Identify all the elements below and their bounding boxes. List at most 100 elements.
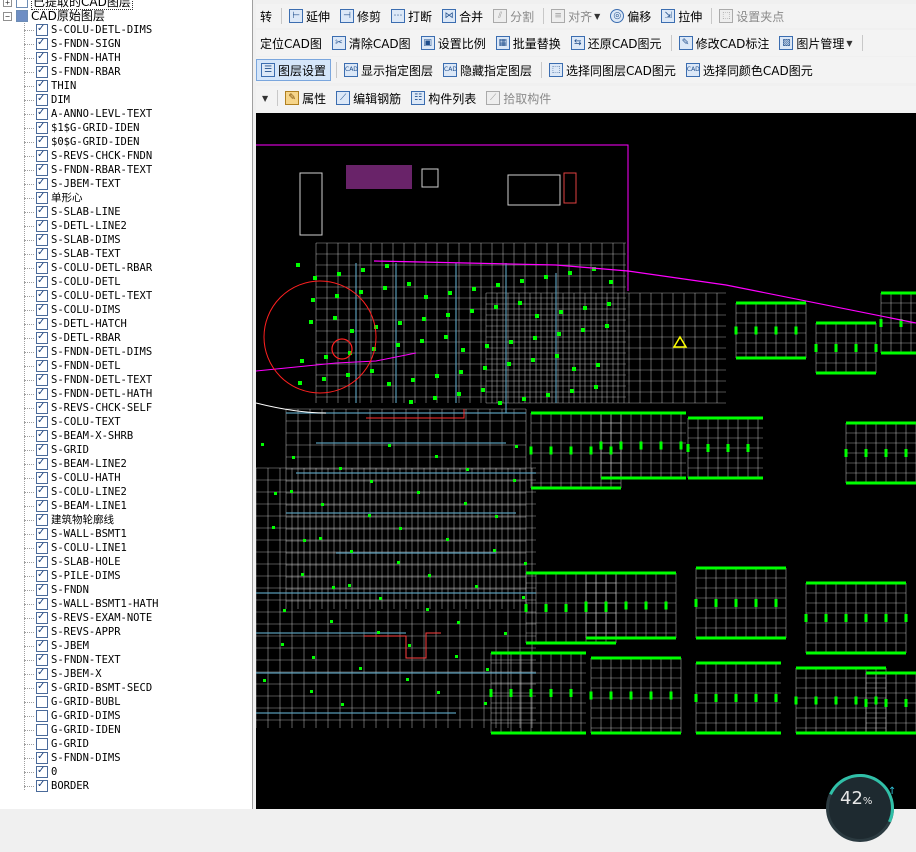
pick-component-button[interactable]: ⟋ 拾取构件 — [482, 88, 555, 108]
expand-icon[interactable]: + — [3, 0, 12, 7]
layer-checkbox[interactable] — [36, 191, 48, 204]
collapse-icon[interactable]: − — [3, 12, 12, 21]
layer-checkbox[interactable] — [36, 345, 48, 358]
tree-branch-line — [24, 478, 34, 479]
layer-checkbox[interactable] — [36, 569, 48, 582]
layer-checkbox[interactable] — [36, 625, 48, 638]
layer-checkbox[interactable] — [36, 779, 48, 792]
tree-branch-line — [24, 296, 34, 297]
layer-checkbox[interactable] — [36, 485, 48, 498]
modify-dim-button[interactable]: ✎ 修改CAD标注 — [675, 33, 774, 53]
column — [348, 584, 351, 587]
layer-checkbox[interactable] — [36, 738, 48, 750]
column — [426, 608, 429, 611]
layer-checkbox[interactable] — [36, 471, 48, 484]
tree-node-checkbox[interactable] — [16, 10, 28, 22]
hide-layer-label: 隐藏指定图层 — [460, 63, 533, 78]
column — [446, 538, 449, 541]
layer-checkbox[interactable] — [36, 163, 48, 176]
layer-checkbox[interactable] — [36, 205, 48, 218]
partial-button[interactable]: 转 — [256, 6, 276, 26]
merge-button[interactable]: ⋈ 合并 — [438, 6, 487, 26]
layer-checkbox[interactable] — [36, 583, 48, 596]
layer-checkbox[interactable] — [36, 429, 48, 442]
column — [383, 286, 387, 290]
layer-checkbox[interactable] — [36, 443, 48, 456]
layer-checkbox[interactable] — [36, 107, 48, 120]
layer-checkbox[interactable] — [36, 513, 48, 526]
clear-cad-button[interactable]: ✂ 清除CAD图 — [328, 33, 415, 53]
stretch-button[interactable]: ⇲ 拉伸 — [657, 6, 706, 26]
select-same-color-button[interactable]: CAD 选择同颜色CAD图元 — [682, 60, 817, 80]
layer-checkbox[interactable] — [36, 696, 48, 708]
layer-checkbox[interactable] — [36, 79, 48, 92]
layer-checkbox[interactable] — [36, 499, 48, 512]
layer-checkbox[interactable] — [36, 303, 48, 316]
layer-checkbox[interactable] — [36, 135, 48, 148]
set-grip-button[interactable]: ⬚ 设置夹点 — [715, 6, 788, 26]
layer-checkbox[interactable] — [36, 639, 48, 652]
layer-checkbox[interactable] — [36, 37, 48, 50]
layer-checkbox[interactable] — [36, 527, 48, 540]
batch-replace-button[interactable]: ▦ 批量替换 — [492, 33, 565, 53]
layer-checkbox[interactable] — [36, 611, 48, 624]
split-button[interactable]: ⫽ 分割 — [489, 6, 538, 26]
layer-checkbox[interactable] — [36, 261, 48, 274]
select-same-layer-button[interactable]: ⬚ 选择同图层CAD图元 — [545, 60, 680, 80]
layer-checkbox[interactable] — [36, 387, 48, 400]
layer-checkbox[interactable] — [36, 667, 48, 680]
layer-checkbox[interactable] — [36, 51, 48, 64]
restore-cad-button[interactable]: ⇆ 还原CAD图元 — [567, 33, 666, 53]
layer-checkbox[interactable] — [36, 359, 48, 372]
trim-button[interactable]: ⊣ 修剪 — [336, 6, 385, 26]
layer-checkbox[interactable] — [36, 23, 48, 36]
locate-cad-label: 定位CAD图 — [260, 36, 322, 51]
layer-checkbox[interactable] — [36, 373, 48, 386]
layer-checkbox[interactable] — [36, 541, 48, 554]
layer-checkbox[interactable] — [36, 331, 48, 344]
layer-checkbox[interactable] — [36, 93, 48, 106]
layer-checkbox[interactable] — [36, 751, 48, 764]
layer-checkbox[interactable] — [36, 275, 48, 288]
layer-checkbox[interactable] — [36, 177, 48, 190]
layer-checkbox[interactable] — [36, 681, 48, 694]
cad-drawing-canvas[interactable] — [256, 113, 916, 809]
arrow-up-icon[interactable]: ↑ — [888, 786, 896, 797]
layer-checkbox[interactable] — [36, 555, 48, 568]
more-dropdown[interactable]: ▼ — [256, 88, 272, 108]
layer-checkbox[interactable] — [36, 233, 48, 246]
layer-checkbox[interactable] — [36, 765, 48, 778]
properties-button[interactable]: ✎ 属性 — [281, 88, 330, 108]
tree-node-original-label: CAD原始图层 — [31, 9, 105, 23]
component-list-button[interactable]: ☷ 构件列表 — [407, 88, 480, 108]
extend-button[interactable]: ⊢ 延伸 — [285, 6, 334, 26]
layer-checkbox[interactable] — [36, 457, 48, 470]
layer-checkbox[interactable] — [36, 289, 48, 302]
show-layer-button[interactable]: CAD 显示指定图层 — [340, 60, 437, 80]
column — [533, 336, 537, 340]
hide-layer-button[interactable]: CAD 隐藏指定图层 — [439, 60, 536, 80]
layer-checkbox[interactable] — [36, 724, 48, 736]
tree-branch-line — [24, 436, 34, 437]
locate-cad-button[interactable]: 定位CAD图 — [256, 33, 326, 53]
layer-checkbox[interactable] — [36, 401, 48, 414]
layer-checkbox[interactable] — [36, 121, 48, 134]
layer-checkbox[interactable] — [36, 415, 48, 428]
align-button[interactable]: ≡ 对齐 ▼ — [547, 6, 604, 26]
set-scale-button[interactable]: ▣ 设置比例 — [417, 33, 490, 53]
offset-button[interactable]: ◎ 偏移 — [606, 6, 655, 26]
break-button[interactable]: ⋯ 打断 — [387, 6, 436, 26]
image-manager-button[interactable]: ▨ 图片管理 ▼ — [775, 33, 856, 53]
layer-checkbox[interactable] — [36, 710, 48, 722]
edit-rebar-button[interactable]: ⟋ 编辑钢筋 — [332, 88, 405, 108]
layer-checkbox[interactable] — [36, 597, 48, 610]
layer-checkbox[interactable] — [36, 317, 48, 330]
layer-checkbox[interactable] — [36, 653, 48, 666]
layer-checkbox[interactable] — [36, 65, 48, 78]
layer-settings-button[interactable]: ☰ 图层设置 — [256, 59, 332, 81]
tree-node-checkbox[interactable] — [16, 0, 28, 8]
layer-checkbox[interactable] — [36, 247, 48, 260]
column — [261, 443, 264, 446]
layer-checkbox[interactable] — [36, 219, 48, 232]
layer-checkbox[interactable] — [36, 149, 48, 162]
